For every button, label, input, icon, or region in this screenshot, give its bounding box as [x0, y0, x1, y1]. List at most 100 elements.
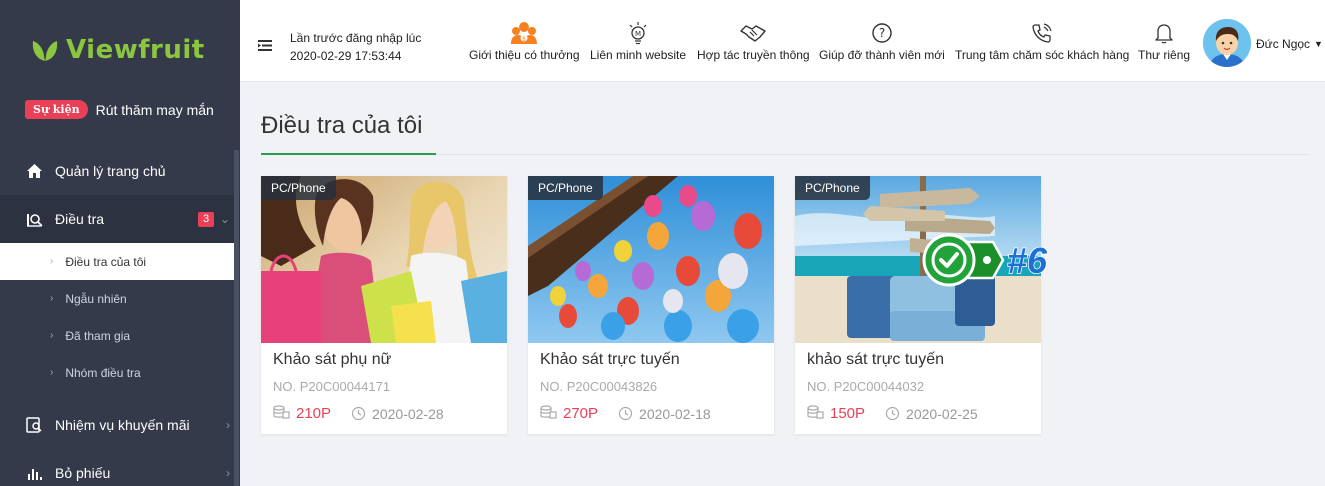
- nav-link-label: Hợp tác truyền thông: [697, 48, 810, 62]
- survey-meta: 150P 2020-02-25: [807, 405, 978, 422]
- nav-link-label: Giúp đỡ thành viên mới: [819, 48, 945, 62]
- checkmark-ribbon-icon: #6: [922, 233, 1049, 287]
- survey-date: 2020-02-28: [372, 405, 444, 422]
- sidebar: Viewfruit Sự kiện Rút thăm may mắn Quản …: [0, 0, 240, 486]
- sidebar-subitem-label: Ngẫu nhiên: [65, 291, 127, 306]
- sidebar-item-label: Bỏ phiếu: [55, 465, 111, 481]
- sidebar-subitem-joined[interactable]: › Đã tham gia: [0, 317, 240, 354]
- device-tag: PC/Phone: [261, 176, 336, 200]
- title-accent-underline: [261, 153, 436, 155]
- nav-link-label: Thư riêng: [1138, 48, 1191, 62]
- nav-private-messages[interactable]: Thư riêng: [1138, 21, 1190, 62]
- survey-number: NO. P20C00043826: [540, 379, 658, 394]
- survey-icon: [25, 210, 43, 228]
- lightbulb-icon: M: [627, 21, 649, 45]
- sidebar-subitem-my-surveys[interactable]: › Điều tra của tôi: [0, 243, 236, 280]
- nav-link-label: Trung tâm chăm sóc khách hàng: [955, 48, 1130, 62]
- username[interactable]: Đức Ngọc: [1256, 37, 1310, 51]
- device-tag: PC/Phone: [795, 176, 870, 200]
- menu-toggle-icon[interactable]: [258, 38, 272, 56]
- survey-title[interactable]: Khảo sát trực tuyến: [540, 351, 680, 369]
- survey-points: 270P: [563, 405, 599, 422]
- device-tag: PC/Phone: [528, 176, 603, 200]
- sidebar-scrollbar[interactable]: [234, 150, 239, 486]
- sidebar-item-promo-tasks[interactable]: Nhiệm vụ khuyến mãi ›: [0, 401, 240, 449]
- survey-meta: 210P 2020-02-28: [273, 405, 444, 422]
- survey-date: 2020-02-25: [906, 405, 978, 422]
- chevron-right-icon: ›: [50, 293, 54, 304]
- promo-icon: [25, 416, 43, 434]
- survey-count-badge: 3: [198, 211, 214, 227]
- clock-icon: [351, 406, 366, 421]
- chevron-right-icon: ›: [226, 466, 230, 480]
- svg-text:?: ?: [879, 26, 885, 40]
- sidebar-subitem-label: Nhóm điều tra: [65, 365, 141, 380]
- phone-icon: [1031, 21, 1053, 45]
- chevron-right-icon: ›: [50, 256, 54, 267]
- nav-link-label: Giới thiệu có thưởng: [469, 48, 580, 62]
- home-icon: [25, 162, 43, 180]
- referral-icon: $: [509, 21, 539, 45]
- sidebar-subitem-label: Điều tra của tôi: [65, 254, 147, 269]
- sidebar-item-vote[interactable]: Bỏ phiếu ›: [0, 449, 240, 486]
- survey-date: 2020-02-18: [639, 405, 711, 422]
- survey-points: 150P: [830, 405, 866, 422]
- nav-website-alliance[interactable]: M Liên minh website: [590, 21, 686, 62]
- main-content: Điều tra của tôi PC/Phone Khảo sát phụ n…: [240, 82, 1325, 486]
- survey-number: NO. P20C00044171: [273, 379, 391, 394]
- caret-down-icon[interactable]: ▼: [1314, 39, 1323, 49]
- survey-card[interactable]: PC/Phone Khảo sát phụ nữ NO. P20C0004417…: [261, 176, 507, 434]
- last-login-label: Lần trước đăng nhập lúc: [290, 31, 422, 45]
- event-text: Rút thăm may mắn: [95, 101, 214, 118]
- avatar[interactable]: [1203, 19, 1251, 67]
- survey-title[interactable]: khảo sát trực tuyến: [807, 351, 944, 369]
- survey-card[interactable]: PC/Phone Khảo sát trực tuyến NO. P20C000…: [528, 176, 774, 434]
- top-bar: Lần trước đăng nhập lúc 2020-02-29 17:53…: [240, 0, 1325, 82]
- handshake-icon: [740, 21, 766, 45]
- coins-icon: [807, 405, 824, 422]
- clock-icon: [885, 406, 900, 421]
- sidebar-item-label: Quản lý trang chủ: [55, 163, 166, 179]
- sidebar-subitem-random[interactable]: › Ngẫu nhiên: [0, 280, 240, 317]
- step-ribbon: #6: [921, 232, 1061, 293]
- svg-text:M: M: [635, 30, 641, 38]
- nav-customer-care[interactable]: Trung tâm chăm sóc khách hàng: [955, 21, 1129, 62]
- logo[interactable]: Viewfruit: [30, 35, 205, 65]
- nav-media-cooperation[interactable]: Hợp tác truyền thông: [697, 21, 810, 62]
- nav-new-member-help[interactable]: ? Giúp đỡ thành viên mới: [819, 21, 945, 62]
- svg-text:$: $: [522, 36, 526, 43]
- last-login-time: 2020-02-29 17:53:44: [290, 49, 402, 63]
- chevron-right-icon: ›: [50, 330, 54, 341]
- coins-icon: [540, 405, 557, 422]
- chevron-right-icon: ›: [50, 367, 54, 378]
- bell-icon: [1154, 21, 1174, 45]
- survey-points: 210P: [296, 405, 332, 422]
- sidebar-item-home[interactable]: Quản lý trang chủ: [0, 147, 240, 195]
- clock-icon: [618, 406, 633, 421]
- survey-image-shopping-women[interactable]: PC/Phone: [261, 176, 507, 343]
- survey-image-lanterns[interactable]: PC/Phone: [528, 176, 774, 343]
- last-login-info: Lần trước đăng nhập lúc 2020-02-29 17:53…: [290, 29, 421, 65]
- sidebar-subitem-survey-group[interactable]: › Nhóm điều tra: [0, 354, 240, 391]
- coins-icon: [273, 405, 290, 422]
- survey-card[interactable]: PC/Phone khảo sát trực tuyến NO. P20C000…: [795, 176, 1041, 434]
- sidebar-item-label: Điều tra: [55, 211, 105, 227]
- page-title: Điều tra của tôi: [261, 112, 423, 139]
- vote-icon: [25, 464, 43, 482]
- sidebar-item-survey[interactable]: Điều tra 3 ⌄: [0, 195, 240, 243]
- logo-text: Viewfruit: [66, 35, 205, 65]
- leaf-logo-icon: [32, 39, 58, 61]
- survey-number: NO. P20C00044032: [807, 379, 925, 394]
- event-banner[interactable]: Sự kiện Rút thăm may mắn: [25, 100, 214, 119]
- survey-meta: 270P 2020-02-18: [540, 405, 711, 422]
- sidebar-subitem-label: Đã tham gia: [65, 328, 131, 343]
- help-icon: ?: [871, 21, 893, 45]
- nav-link-label: Liên minh website: [590, 48, 687, 62]
- chevron-down-icon: ⌄: [219, 212, 230, 226]
- sidebar-item-label: Nhiệm vụ khuyến mãi: [55, 417, 190, 433]
- survey-title[interactable]: Khảo sát phụ nữ: [273, 351, 391, 369]
- step-ribbon-label: #6: [1007, 240, 1048, 281]
- chevron-right-icon: ›: [226, 418, 230, 432]
- event-badge: Sự kiện: [25, 100, 88, 119]
- nav-referral[interactable]: $ Giới thiệu có thưởng: [469, 21, 580, 62]
